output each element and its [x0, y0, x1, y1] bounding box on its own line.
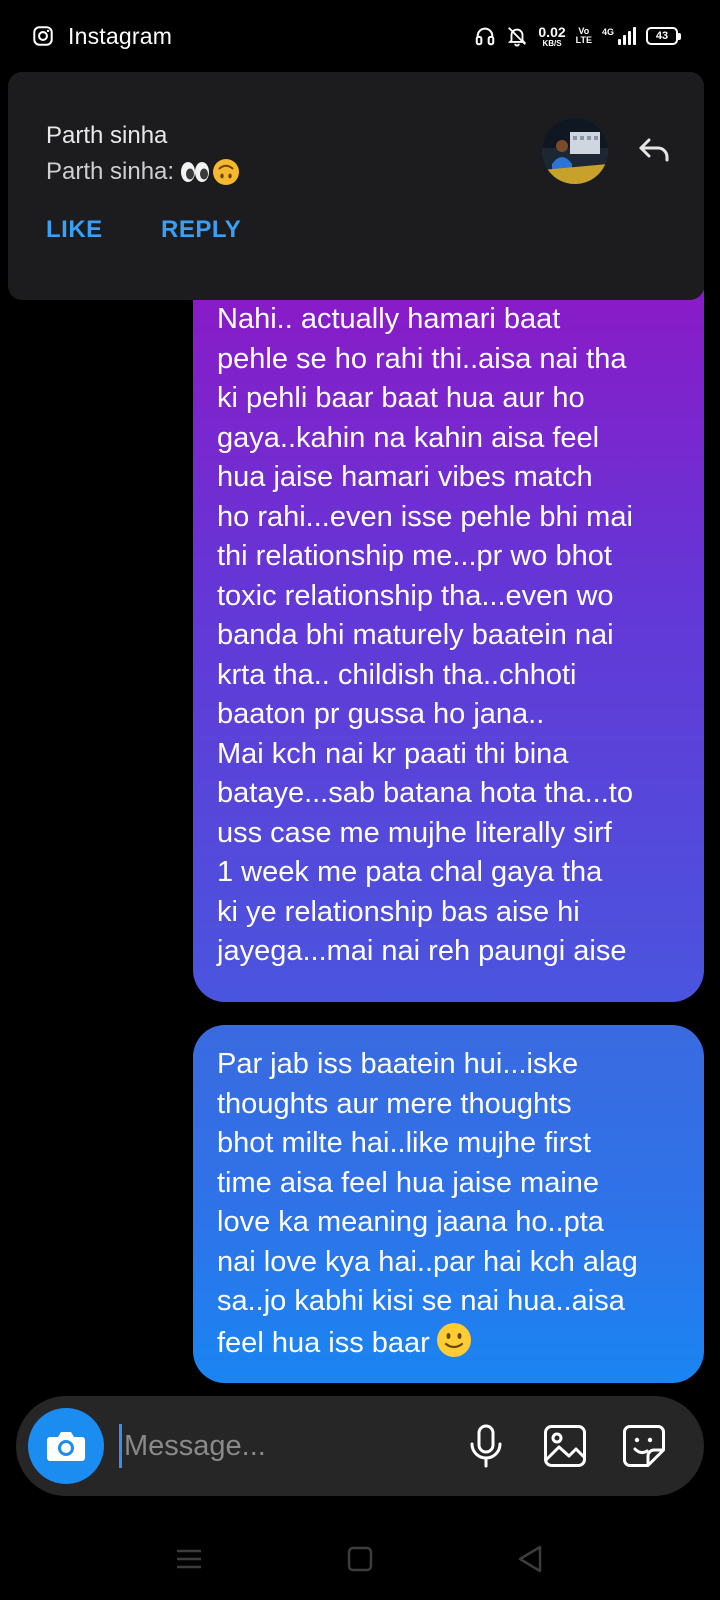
- notification-message: Parth sinha:: [46, 158, 240, 186]
- status-bar-right: 0.02 KB/S Vo LTE 4G 43: [474, 25, 681, 48]
- volte-indicator: Vo LTE: [575, 26, 592, 46]
- message-line: Mai kch nai kr paati thi bina: [217, 737, 569, 770]
- sticker-button[interactable]: [621, 1423, 667, 1469]
- message-line: nai love kya hai..par hai kch alag: [217, 1245, 638, 1278]
- instagram-icon: [33, 26, 53, 46]
- eyes-icon: [181, 162, 210, 182]
- message-line: 1 week me pata chal gaya tha: [217, 856, 603, 888]
- reply-button[interactable]: REPLY: [161, 216, 241, 244]
- status-bar-left: Instagram: [32, 23, 172, 50]
- notification-sender: Parth sinha: [46, 122, 168, 149]
- message-notification[interactable]: Parth sinha Parth sinha: LIKE REPLY: [8, 72, 704, 300]
- avatar: [542, 118, 608, 184]
- message-line: Nahi.. actually hamari baat: [217, 303, 561, 335]
- message-composer: [16, 1396, 704, 1496]
- image-icon: [544, 1425, 586, 1467]
- battery-icon: 43: [646, 27, 681, 45]
- message-line: thi relationship me...pr wo bhot: [217, 540, 612, 572]
- net-speed-unit: KB/S: [542, 38, 562, 48]
- home-icon[interactable]: [343, 1542, 377, 1576]
- like-button[interactable]: LIKE: [46, 216, 103, 244]
- message-line: gaya..kahin na kahin aisa feel: [217, 421, 600, 454]
- message-line: bataye...sab batana hota tha...to: [217, 777, 633, 809]
- message-line: sa..jo kabhi kisi se nai hua..aisa: [217, 1285, 625, 1317]
- message-bubble-sent[interactable]: Nahi.. actually hamari baat pehle se ho …: [193, 262, 704, 1002]
- message-line: ho rahi...even isse pehle bhi mai: [217, 500, 633, 533]
- notifications-muted-icon: [508, 27, 527, 47]
- message-line: uss case me mujhe literally sirf: [217, 816, 612, 849]
- message-line: bhot milte hai..like mujhe first: [217, 1127, 591, 1159]
- slightly-smiling-face-icon: [436, 1322, 471, 1357]
- signal-strength-icon: 4G: [602, 27, 636, 45]
- headphones-icon: [476, 27, 495, 46]
- camera-icon: [47, 1432, 85, 1461]
- microphone-icon: [470, 1424, 502, 1468]
- message-line: feel hua iss baar: [217, 1326, 430, 1359]
- sticker-icon: [623, 1425, 665, 1467]
- reply-icon[interactable]: [636, 132, 672, 168]
- message-line: Par jab iss baatein hui...iske: [217, 1048, 579, 1080]
- message-line: time aisa feel hua jaise maine: [217, 1166, 600, 1199]
- message-line: thoughts aur mere thoughts: [217, 1087, 572, 1120]
- message-line: pehle se ho rahi thi..aisa nai tha: [217, 342, 627, 375]
- camera-button[interactable]: [28, 1408, 104, 1484]
- microphone-button[interactable]: [463, 1423, 509, 1469]
- gallery-button[interactable]: [542, 1423, 588, 1469]
- message-line: krta tha.. childish tha..chhoti: [217, 658, 577, 691]
- volte-bottom: LTE: [575, 35, 592, 45]
- message-line: hua jaise hamari vibes match: [217, 461, 593, 493]
- message-line: ki pehli baar baat hua aur ho: [217, 382, 585, 414]
- avatar-photo: [542, 118, 608, 184]
- net-speed-indicator: 0.02 KB/S: [538, 25, 565, 48]
- message-line: baaton pr gussa ho jana..: [217, 698, 545, 730]
- status-bar-app-name: Instagram: [68, 22, 173, 49]
- message-line-with-emoji: feel hua iss baar: [217, 1322, 680, 1364]
- message-line: jayega...mai nai reh paungi aise: [217, 935, 627, 967]
- system-navigation-bar: [0, 1520, 720, 1600]
- net-speed-value: 0.02: [538, 23, 566, 40]
- message-line: ki ye relationship bas aise hi: [217, 895, 580, 928]
- battery-level: 43: [655, 30, 669, 42]
- network-type: 4G: [601, 27, 614, 37]
- notification-emojis: [180, 158, 240, 186]
- message-line: love ka meaning jaana ho..pta: [217, 1206, 604, 1238]
- status-bar: Instagram 0.02 KB/S Vo LTE 4G 43: [0, 0, 720, 72]
- message-bubble-sent[interactable]: Par jab iss baatein hui...iske thoughts …: [193, 1025, 704, 1383]
- message-input[interactable]: [119, 1424, 439, 1468]
- back-icon[interactable]: [514, 1542, 548, 1576]
- notification-message-prefix: Parth sinha:: [46, 158, 175, 185]
- screen: Instagram 0.02 KB/S Vo LTE 4G 43 Nahi.. …: [0, 0, 720, 1600]
- message-line: toxic relationship tha...even wo: [217, 579, 614, 612]
- message-line: banda bhi maturely baatein nai: [217, 619, 614, 651]
- recent-apps-icon[interactable]: [172, 1542, 206, 1576]
- upside-down-face-icon: [213, 159, 240, 185]
